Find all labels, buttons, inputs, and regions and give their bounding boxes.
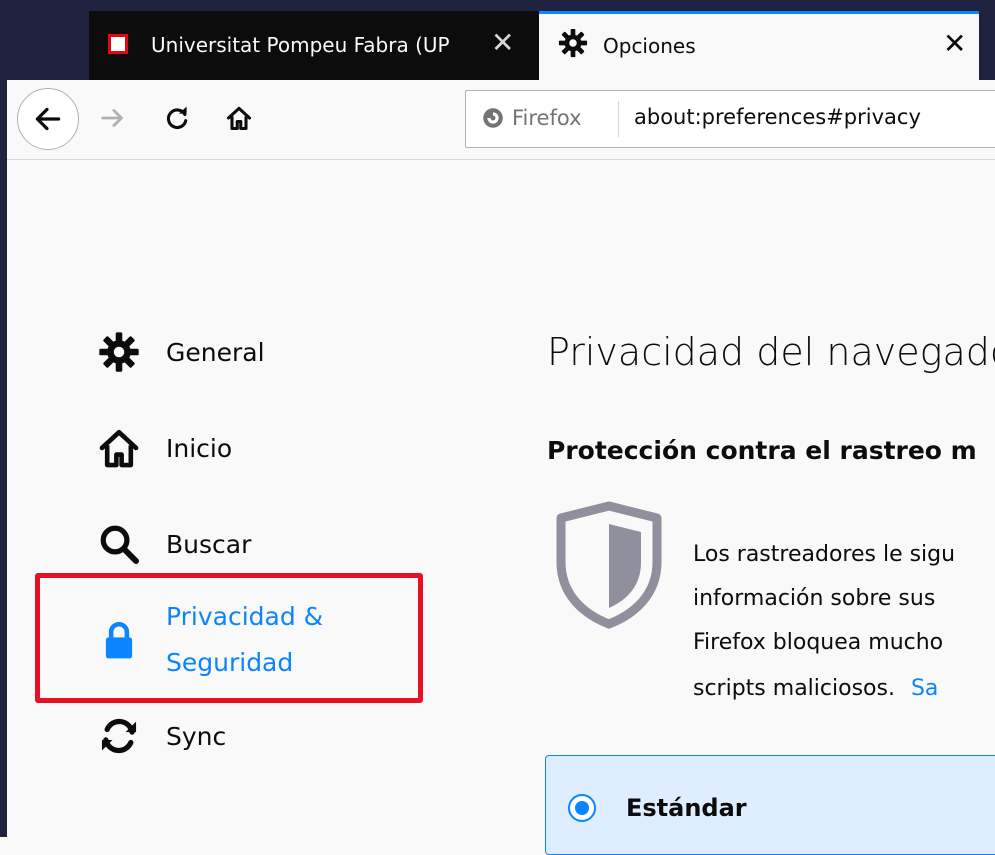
sidebar-item-inicio[interactable]: Inicio [98, 427, 232, 469]
upf-logo-icon [108, 34, 128, 54]
identity-box[interactable]: Firefox [480, 105, 582, 131]
tab-upf[interactable]: Universitat Pompeu Fabra (UPF) ✕ [89, 11, 539, 80]
standard-label: Estándar [626, 794, 747, 822]
description-line: información sobre sus [693, 586, 936, 611]
close-icon[interactable]: ✕ [491, 27, 514, 59]
close-icon[interactable]: ✕ [943, 28, 966, 60]
arrow-left-icon [35, 107, 61, 131]
url-input[interactable]: about:preferences#privacy [634, 105, 921, 129]
description-text: scripts maliciosos. [693, 676, 895, 701]
home-icon [226, 106, 252, 131]
sidebar-item-label: Inicio [166, 433, 233, 463]
standard-option[interactable]: Estándar [545, 755, 995, 855]
standard-radio[interactable] [568, 794, 596, 822]
identity-label: Firefox [512, 106, 582, 130]
section-title: Protección contra el rastreo m [547, 436, 977, 465]
learn-more-link[interactable]: Sa [911, 676, 938, 701]
window-edge [0, 80, 7, 837]
shield-icon [556, 501, 662, 629]
reload-icon [167, 106, 188, 129]
home-icon [99, 429, 139, 468]
sidebar-item-sync[interactable]: Sync [98, 715, 226, 757]
url-separator [618, 101, 619, 137]
tab-strip: Universitat Pompeu Fabra (UPF) ✕ Opcione… [0, 0, 995, 80]
sidebar-item-buscar[interactable]: Buscar [98, 523, 251, 565]
url-bar[interactable]: Firefox about:preferences#privacy [465, 90, 995, 148]
highlight-annotation [35, 573, 423, 703]
description-line: Los rastreadores le sigu [693, 542, 956, 567]
home-button[interactable] [219, 98, 259, 138]
tab-title: Universitat Pompeu Fabra (UPF) [151, 33, 451, 57]
firefox-icon [483, 108, 503, 128]
sync-icon [101, 718, 137, 754]
tab-title: Opciones [603, 34, 696, 58]
back-button[interactable] [17, 88, 79, 150]
page-title: Privacidad del navegado [547, 330, 995, 374]
gear-icon [99, 332, 139, 372]
tabstrip-edge [979, 11, 995, 80]
description-line: scripts maliciosos. Sa [693, 676, 938, 701]
description-line: Firefox bloquea mucho [693, 630, 944, 655]
sidebar-item-general[interactable]: General [98, 331, 265, 373]
sidebar-item-label: Sync [166, 721, 227, 751]
gear-icon [558, 28, 588, 58]
sidebar-item-label: Buscar [166, 529, 252, 559]
navigation-toolbar: Firefox about:preferences#privacy [7, 80, 995, 160]
tab-opciones[interactable]: Opciones ✕ [539, 11, 979, 80]
search-icon [100, 525, 140, 565]
arrow-right-icon [101, 109, 123, 127]
reload-button[interactable] [157, 98, 197, 138]
sidebar-item-label: General [166, 337, 265, 367]
forward-button[interactable] [93, 98, 133, 138]
